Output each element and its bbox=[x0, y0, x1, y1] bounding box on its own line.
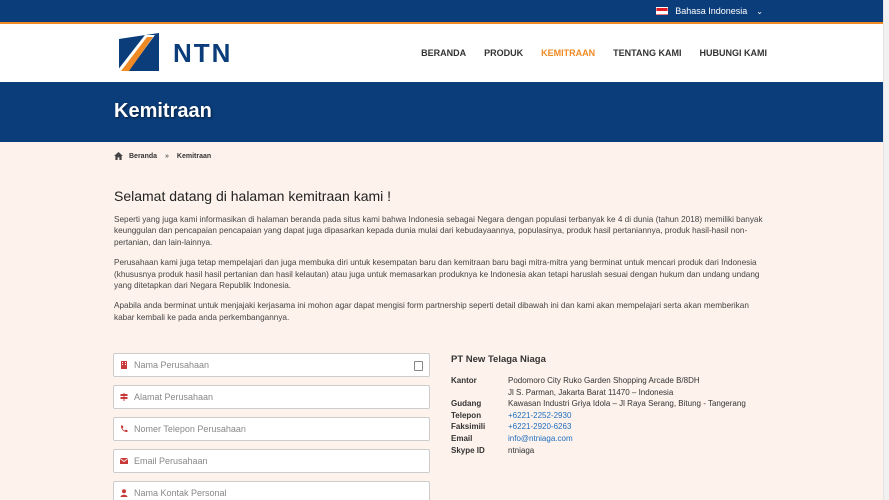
company-email-input[interactable] bbox=[134, 456, 394, 466]
nav-item-produk[interactable]: PRODUK bbox=[484, 48, 523, 58]
faksimili-row: Faksimili +6221-2920-6263 bbox=[451, 421, 771, 433]
logo[interactable]: NTN bbox=[115, 31, 232, 75]
top-bar: Bahasa Indonesia ⌄ bbox=[0, 0, 889, 24]
breadcrumb-separator: » bbox=[165, 152, 169, 160]
email-link[interactable]: info@ntniaga.com bbox=[508, 433, 573, 445]
email-row: Email info@ntniaga.com bbox=[451, 433, 771, 445]
welcome-heading: Selamat datang di halaman kemitraan kami… bbox=[114, 188, 392, 204]
telepon-row: Telepon +6221-2252-2930 bbox=[451, 410, 771, 422]
ntn-logo-icon bbox=[117, 33, 159, 73]
company-phone-input[interactable] bbox=[134, 424, 394, 434]
company-address-field[interactable] bbox=[113, 385, 430, 409]
signpost-icon bbox=[120, 393, 128, 401]
company-name-field[interactable] bbox=[113, 353, 430, 377]
contact-card-icon bbox=[414, 361, 423, 371]
company-contact-info: PT New Telaga Niaga Kantor Podomoro City… bbox=[451, 354, 771, 456]
contact-person-input[interactable] bbox=[134, 488, 394, 498]
gudang-label: Gudang bbox=[451, 399, 482, 409]
telepon-link[interactable]: +6221-2252-2930 bbox=[508, 410, 571, 422]
company-email-field[interactable] bbox=[113, 449, 430, 473]
breadcrumb: Beranda » Kemitraan bbox=[114, 152, 211, 160]
company-name-input[interactable] bbox=[134, 360, 394, 370]
page-banner: Kemitraan bbox=[0, 82, 889, 142]
company-address-input[interactable] bbox=[134, 392, 394, 402]
site-header: NTN BERANDA PRODUK KEMITRAAN TENTANG KAM… bbox=[0, 24, 889, 82]
faksimili-link[interactable]: +6221-2920-6263 bbox=[508, 421, 571, 433]
envelope-icon bbox=[120, 458, 128, 464]
user-icon bbox=[120, 489, 128, 497]
email-label: Email bbox=[451, 433, 473, 443]
logo-text: NTN bbox=[173, 37, 233, 68]
gudang-row: Gudang Kawasan Industri Griya Idola – Jl… bbox=[451, 398, 771, 410]
intro-paragraph-1: Seperti yang juga kami informasikan di h… bbox=[114, 215, 763, 247]
indonesia-flag-icon bbox=[656, 7, 669, 15]
building-icon bbox=[121, 361, 127, 369]
kantor-address-line2: Jl S. Parman, Jakarta Barat 11470 – Indo… bbox=[508, 387, 674, 397]
scrollbar[interactable] bbox=[883, 0, 889, 500]
phone-icon bbox=[120, 425, 128, 433]
faksimili-label: Faksimili bbox=[451, 422, 486, 432]
nav-item-tentang-kami[interactable]: TENTANG KAMI bbox=[613, 48, 681, 58]
kantor-address-line1: Podomoro City Ruko Garden Shopping Arcad… bbox=[508, 376, 700, 385]
skype-row: Skype ID ntniaga bbox=[451, 445, 771, 457]
skype-label: Skype ID bbox=[451, 445, 485, 455]
chevron-down-icon: ⌄ bbox=[756, 6, 763, 16]
home-icon bbox=[114, 152, 123, 160]
breadcrumb-current: Kemitraan bbox=[176, 152, 212, 160]
partnership-form bbox=[113, 353, 430, 500]
language-selector[interactable]: Bahasa Indonesia ⌄ bbox=[656, 6, 763, 16]
nav-item-hubungi-kami[interactable]: HUBUNGI KAMI bbox=[700, 48, 768, 58]
company-phone-field[interactable] bbox=[113, 417, 430, 441]
nav-item-kemitraan[interactable]: KEMITRAAN bbox=[541, 48, 595, 58]
company-name: PT New Telaga Niaga bbox=[451, 354, 546, 365]
kantor-label: Kantor bbox=[451, 376, 477, 385]
nav-item-beranda[interactable]: BERANDA bbox=[421, 48, 466, 58]
kantor-row: Kantor Podomoro City Ruko Garden Shoppin… bbox=[451, 375, 771, 387]
breadcrumb-home[interactable]: Beranda bbox=[129, 153, 157, 160]
intro-paragraph-2: Perusahaan kami juga tetap mempelajari d… bbox=[114, 258, 760, 291]
page-title: Kemitraan bbox=[114, 100, 212, 122]
kantor-row-2: Jl S. Parman, Jakarta Barat 11470 – Indo… bbox=[451, 387, 771, 399]
skype-id: ntniaga bbox=[508, 445, 535, 455]
intro-paragraph-3: Apabila anda berminat untuk menjajaki ke… bbox=[114, 301, 749, 322]
main-nav: BERANDA PRODUK KEMITRAAN TENTANG KAMI HU… bbox=[403, 48, 767, 58]
gudang-address: Kawasan Industri Griya Idola – Jl Raya S… bbox=[508, 399, 746, 409]
language-label: Bahasa Indonesia bbox=[675, 6, 748, 16]
contact-person-field[interactable] bbox=[113, 481, 430, 500]
main-content: Selamat datang di halaman kemitraan kami… bbox=[114, 188, 770, 332]
telepon-label: Telepon bbox=[451, 410, 482, 420]
